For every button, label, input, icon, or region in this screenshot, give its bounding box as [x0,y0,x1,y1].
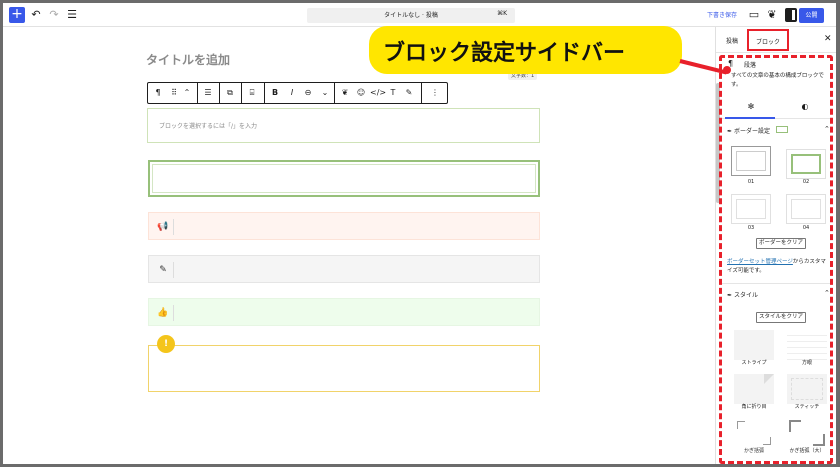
plugin-bird-icon[interactable]: ❦ [338,83,352,103]
thumbs-up-icon: 👍 [157,308,169,318]
inline-code-icon[interactable]: </> [370,83,386,103]
warning-icon: ! [157,335,175,353]
callout-label: ブロック設定サイドバー [369,26,682,74]
command-palette-button[interactable]: タイトルなし · 投稿 ⌘K [307,8,515,23]
block-toolbar: ¶ ⠿ ⌃ ☰ ⧉ ⌸ B I ⊖ ⌄ ❦ ☺ </> T ✎ ⋮ [147,82,448,104]
settings-panel-toggle-icon[interactable] [785,8,797,22]
caution-box-block[interactable] [148,345,540,392]
editor-canvas: タイトルを追加 文字数：1 ¶ ⠿ ⌃ ☰ ⧉ ⌸ B I ⊖ ⌄ ❦ ☺ </… [3,27,708,464]
emoji-icon[interactable]: ☺ [354,83,368,103]
move-up-down-icon[interactable]: ⌃ [180,83,194,103]
publish-button[interactable]: 公開 [799,8,824,23]
sidebar-tabs: 投稿 ブロック ✕ [716,27,836,53]
good-box-block[interactable]: 👍 [148,298,540,326]
callout-text: ブロック設定サイドバー [383,41,626,66]
tab-block[interactable]: ブロック [747,29,789,51]
paint-roller-icon[interactable]: ⌸ [245,83,259,103]
style-preset-stripe[interactable] [734,330,774,360]
chevron-up-icon[interactable]: ⌃ [824,125,830,133]
more-options-icon[interactable]: ⋮ [428,83,442,103]
preview-icon[interactable]: ▭ [747,8,761,22]
border-preset-04[interactable] [786,194,826,224]
post-title-field[interactable]: タイトルを追加 [146,51,230,68]
brush-icon: ✒ [727,128,733,135]
bold-icon[interactable]: B [268,83,282,103]
add-block-icon[interactable]: + [9,7,25,23]
redo-icon[interactable]: ↷ [47,8,61,22]
editor-window: + ↶ ↷ ☰ タイトルなし · 投稿 ⌘K 下書き保存 ▭ ❦ 公開 タイトル… [3,3,836,464]
megaphone-icon: 📢 [157,222,169,232]
clear-border-button[interactable]: ボーダーをクリア [756,238,806,249]
more-format-chevron-icon[interactable]: ⌄ [318,83,332,103]
border-preset-02[interactable] [786,149,826,179]
callout-pointer-dot [723,66,731,74]
block-description: すべての文章の基本の構成ブロックです。 [731,73,824,88]
close-icon[interactable]: ✕ [824,34,832,44]
style-preset-grid[interactable] [787,330,827,360]
pencil-icon: ✎ [159,265,167,275]
undo-icon[interactable]: ↶ [29,8,43,22]
border-color-swatch [776,126,788,133]
paragraph-placeholder: ブロックを選択するには「/」を入力 [159,123,258,130]
shortcut-hint: ⌘K [497,10,507,17]
border-preset-01[interactable] [731,146,771,176]
paragraph-block[interactable]: ブロックを選択するには「/」を入力 [147,108,540,143]
block-settings-sidebar: 投稿 ブロック ✕ ¶ 段落 すべての文章の基本の構成ブロックです。 ✻ ◐ ✒… [715,27,836,464]
style-section-title[interactable]: ✒ スタイル [727,290,758,299]
block-style-icon[interactable]: ⧉ [223,83,237,103]
block-name: 段落 [744,62,757,69]
clear-style-button[interactable]: スタイルをクリア [756,312,806,323]
border-preset-03[interactable] [731,194,771,224]
styles-half-circle-icon[interactable]: ◐ [780,102,830,111]
paragraph-icon[interactable]: ¶ [151,83,165,103]
link-icon[interactable]: ⊖ [301,83,315,103]
style-preset-brackets[interactable] [734,418,774,448]
align-left-icon[interactable]: ☰ [201,83,215,103]
highlight-pen-icon[interactable]: ✎ [402,83,416,103]
top-toolbar: + ↶ ↷ ☰ タイトルなし · 投稿 ⌘K 下書き保存 ▭ ❦ 公開 [3,3,836,27]
text-style-icon[interactable]: T [386,83,400,103]
sidebar-scrollbar[interactable] [716,83,720,203]
save-draft-button[interactable]: 下書き保存 [707,10,737,19]
border-section-title[interactable]: ✒ ボーダー設定 [727,126,770,135]
style-preset-stitch[interactable] [787,374,827,404]
plugin-bird-icon[interactable]: ❦ [765,8,779,22]
italic-icon[interactable]: I [285,83,299,103]
drag-handle-icon[interactable]: ⠿ [167,83,181,103]
style-preset-brackets-large[interactable] [787,418,827,448]
tab-post[interactable]: 投稿 [726,36,738,45]
alert-box-block[interactable]: 📢 [148,212,540,240]
brush-icon: ✒ [727,292,733,299]
style-preset-folded-corner[interactable] [734,374,774,404]
memo-box-block[interactable]: ✎ [148,255,540,283]
settings-gear-icon[interactable]: ✻ [726,102,776,111]
document-title: タイトルなし · 投稿 [384,12,438,19]
list-view-icon[interactable]: ☰ [65,8,79,22]
bordered-box-block[interactable] [148,160,540,197]
border-manager-link[interactable]: ボーダーセット管理ページ [727,259,793,265]
border-settings-note: ボーダーセット管理ページからカスタマイズ可能です。 [727,259,826,274]
chevron-up-icon[interactable]: ⌃ [824,289,830,297]
settings-subtabs: ✻ ◐ [722,97,832,119]
